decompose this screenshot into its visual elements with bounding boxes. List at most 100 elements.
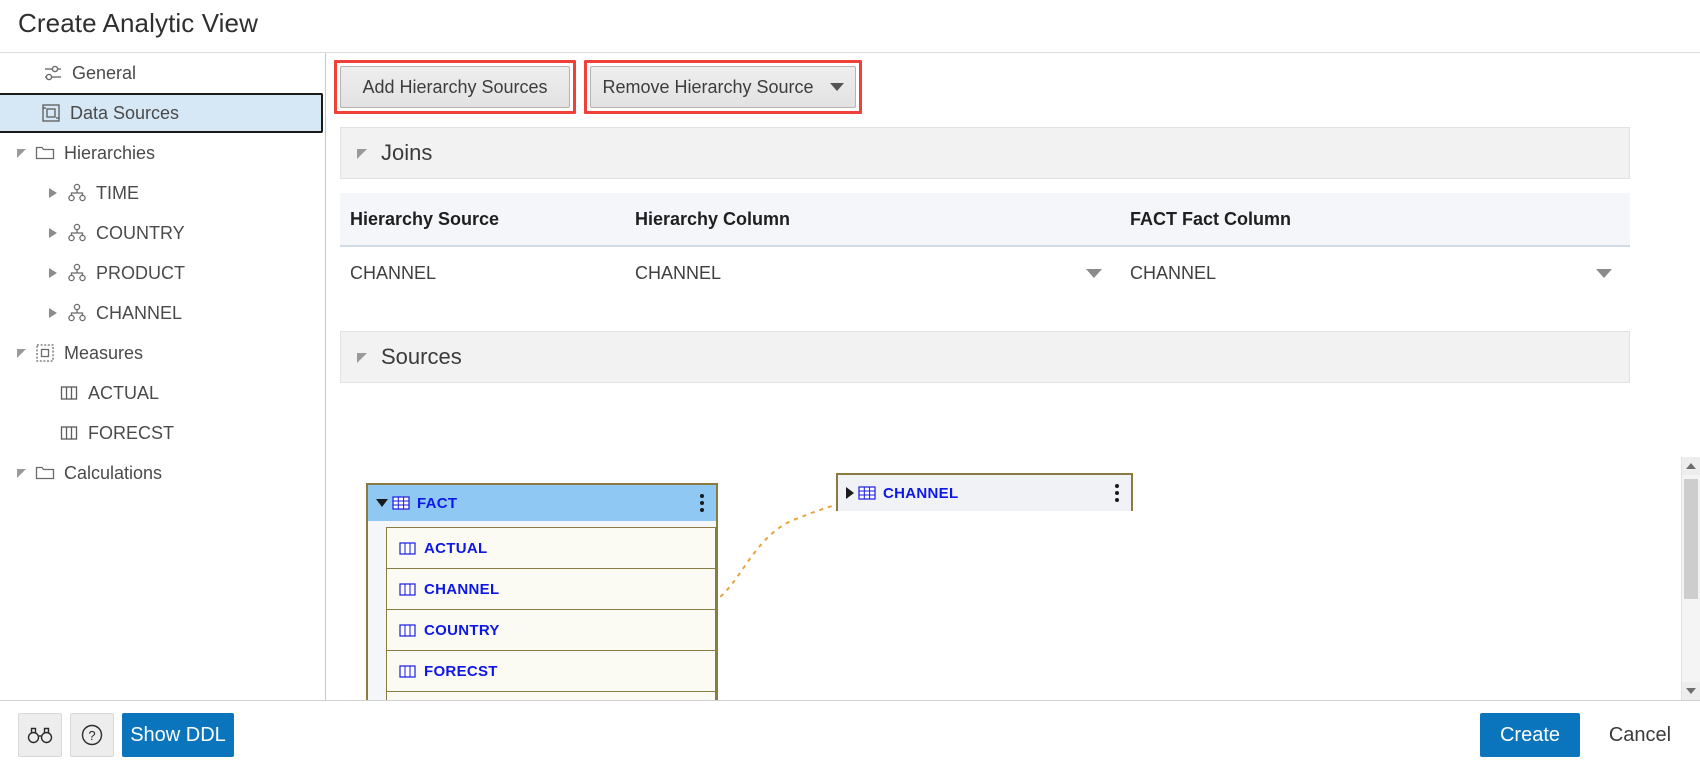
column-header-fact-fact-column: FACT Fact Column <box>1120 209 1630 230</box>
sidebar-item-channel[interactable]: CHANNEL <box>0 293 325 333</box>
source-node-fact[interactable]: FACT ACTUAL <box>366 483 718 700</box>
list-item[interactable]: PRODUCT <box>386 691 716 700</box>
more-options-icon[interactable] <box>700 494 704 512</box>
column-label: COUNTRY <box>424 622 500 639</box>
source-node-channel-header[interactable]: CHANNEL <box>838 475 1131 511</box>
sidebar-item-actual[interactable]: ACTUAL <box>0 373 325 413</box>
hierarchy-icon <box>64 302 90 324</box>
sidebar-item-hierarchies[interactable]: Hierarchies <box>0 133 325 173</box>
sidebar-item-label: Hierarchies <box>64 143 155 164</box>
sidebar-item-label: General <box>72 63 136 84</box>
list-item[interactable]: FORECST <box>386 650 716 691</box>
create-button[interactable]: Create <box>1480 713 1580 757</box>
chevron-down-icon[interactable] <box>10 149 32 158</box>
remove-hierarchy-source-button[interactable]: Remove Hierarchy Source <box>590 66 856 108</box>
column-icon <box>399 582 416 597</box>
data-source-icon <box>38 102 64 124</box>
data-sources-panel: Add Hierarchy Sources Remove Hierarchy S… <box>326 53 1700 700</box>
table-icon <box>392 495 410 511</box>
add-hierarchy-sources-label: Add Hierarchy Sources <box>362 77 547 98</box>
column-icon <box>399 623 416 638</box>
scroll-down-button[interactable] <box>1682 682 1700 700</box>
hierarchy-icon <box>64 222 90 244</box>
cell-fact-column-value: CHANNEL <box>1130 263 1216 283</box>
svg-text:?: ? <box>88 728 95 743</box>
dialog-footer: ? Show DDL Create Cancel <box>0 700 1700 770</box>
sidebar-item-label: TIME <box>96 183 139 204</box>
chevron-right-icon[interactable] <box>42 188 64 198</box>
collapse-triangle-icon[interactable] <box>357 149 367 159</box>
chevron-down-icon[interactable] <box>830 83 844 91</box>
sidebar-item-time[interactable]: TIME <box>0 173 325 213</box>
joins-section-header[interactable]: Joins <box>340 127 1630 179</box>
column-icon <box>56 382 82 404</box>
sidebar-item-measures[interactable]: Measures <box>0 333 325 373</box>
binoculars-icon <box>27 725 53 745</box>
sidebar-item-data-sources[interactable]: Data Sources <box>0 93 323 133</box>
list-item[interactable]: CHANNEL <box>386 568 716 609</box>
sidebar-item-label: CHANNEL <box>96 303 182 324</box>
scrollbar-thumb[interactable] <box>1684 479 1698 599</box>
binoculars-button[interactable] <box>18 713 62 757</box>
list-item[interactable]: COUNTRY <box>386 609 716 650</box>
cancel-button[interactable]: Cancel <box>1588 713 1692 757</box>
navigation-sidebar: General Data Sources Hi <box>0 53 326 700</box>
table-icon <box>858 485 876 501</box>
cell-hierarchy-column-value: CHANNEL <box>635 263 721 283</box>
scroll-up-button[interactable] <box>1682 457 1700 475</box>
cell-hierarchy-column[interactable]: CHANNEL <box>625 263 1120 284</box>
source-node-fact-columns: ACTUAL CHANNEL <box>368 521 716 700</box>
more-options-icon[interactable] <box>1115 484 1119 502</box>
cancel-label: Cancel <box>1609 724 1671 747</box>
chevron-down-icon[interactable] <box>10 469 32 478</box>
source-node-fact-header[interactable]: FACT <box>368 485 716 521</box>
folder-icon <box>32 462 58 484</box>
column-label: FORECST <box>424 663 498 680</box>
collapse-triangle-icon[interactable] <box>357 353 367 363</box>
column-icon <box>399 664 416 679</box>
sliders-icon <box>40 62 66 84</box>
sidebar-item-label: Calculations <box>64 463 162 484</box>
joins-table: Hierarchy Source Hierarchy Column FACT F… <box>340 193 1630 299</box>
chevron-down-icon[interactable] <box>10 349 32 358</box>
show-ddl-label: Show DDL <box>130 724 226 747</box>
column-label: ACTUAL <box>424 540 487 557</box>
table-row[interactable]: CHANNEL CHANNEL CHANNEL <box>340 247 1630 299</box>
measures-icon <box>32 342 58 364</box>
help-icon: ? <box>79 722 105 748</box>
add-hierarchy-sources-button[interactable]: Add Hierarchy Sources <box>340 66 570 108</box>
sidebar-item-calculations[interactable]: Calculations <box>0 453 325 493</box>
sidebar-item-general[interactable]: General <box>0 53 325 93</box>
show-ddl-button[interactable]: Show DDL <box>122 713 234 757</box>
column-icon <box>56 422 82 444</box>
column-header-hierarchy-column: Hierarchy Column <box>625 209 1120 230</box>
sidebar-item-label: COUNTRY <box>96 223 185 244</box>
chevron-down-icon[interactable] <box>1086 269 1102 278</box>
canvas-scrollbar[interactable] <box>1681 457 1700 700</box>
sources-section-header[interactable]: Sources <box>340 331 1630 383</box>
chevron-down-icon[interactable] <box>1596 269 1612 278</box>
chevron-right-icon[interactable] <box>42 308 64 318</box>
chevron-down-icon[interactable] <box>376 499 388 507</box>
create-analytic-view-dialog: Create Analytic View General <box>0 0 1700 770</box>
source-node-channel[interactable]: CHANNEL <box>836 473 1133 511</box>
chevron-right-icon[interactable] <box>42 228 64 238</box>
sidebar-item-product[interactable]: PRODUCT <box>0 253 325 293</box>
column-header-hierarchy-source: Hierarchy Source <box>340 209 625 230</box>
remove-hierarchy-source-label: Remove Hierarchy Source <box>602 77 813 98</box>
source-node-fact-title: FACT <box>417 495 457 512</box>
sidebar-item-label: Data Sources <box>70 103 179 124</box>
sidebar-item-country[interactable]: COUNTRY <box>0 213 325 253</box>
chevron-right-icon[interactable] <box>846 487 854 499</box>
source-node-channel-title: CHANNEL <box>883 485 958 502</box>
chevron-right-icon[interactable] <box>42 268 64 278</box>
cell-fact-column[interactable]: CHANNEL <box>1120 263 1630 284</box>
folder-icon <box>32 142 58 164</box>
cell-hierarchy-source: CHANNEL <box>340 263 625 284</box>
sidebar-item-label: PRODUCT <box>96 263 185 284</box>
sidebar-item-forecst[interactable]: FORECST <box>0 413 325 453</box>
help-button[interactable]: ? <box>70 713 114 757</box>
sources-diagram-canvas[interactable]: FACT ACTUAL <box>326 457 1700 700</box>
list-item[interactable]: ACTUAL <box>386 527 716 568</box>
create-label: Create <box>1500 724 1560 747</box>
